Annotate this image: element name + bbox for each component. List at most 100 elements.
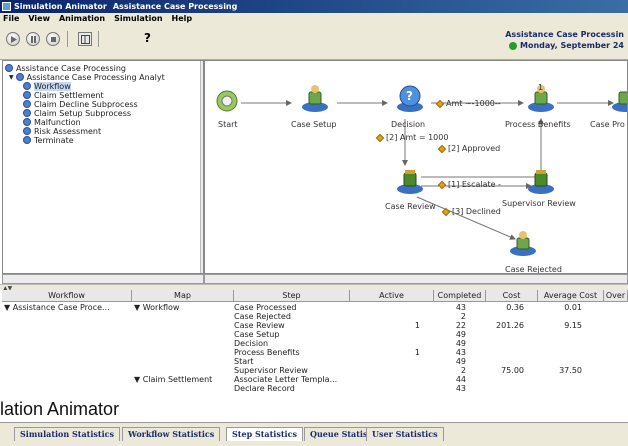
cell-active (350, 366, 420, 375)
cell-workflow (4, 330, 132, 339)
column-header-step[interactable]: Step (234, 290, 350, 302)
case-setup-node[interactable] (302, 85, 328, 112)
tree-horizontal-scrollbar[interactable] (2, 274, 204, 284)
cell-avg (538, 330, 582, 339)
cell-map (134, 339, 232, 348)
cell-completed: 43 (455, 348, 466, 357)
expand-icon[interactable]: ▼ (9, 74, 14, 81)
window-title: Simulation Animator (14, 2, 107, 11)
menu-simulation[interactable]: Simulation (114, 14, 162, 23)
cell-step: Process Benefits (234, 348, 300, 357)
stop-button[interactable] (46, 32, 60, 46)
tab-workflow-statistics[interactable]: Workflow Statistics (122, 427, 221, 441)
tab-step-statistics[interactable]: Step Statistics (226, 427, 303, 441)
cell-step: Case Setup (234, 330, 280, 339)
edge-label-text: [2] Amt = 1000 (386, 133, 449, 142)
table-row[interactable]: Declare Record 43 (2, 384, 628, 393)
table-row[interactable]: Supervisor Review 2 75.00 37.50 (2, 366, 628, 375)
cell-completed: 49 (455, 339, 466, 348)
table-row[interactable]: Case Setup 49 (2, 330, 628, 339)
case-processed-label: Case Pro (590, 120, 625, 129)
column-header-average-cost[interactable]: Average Cost (538, 290, 604, 302)
cell-step: Case Rejected (234, 312, 291, 321)
table-row[interactable]: Case Rejected 2 (2, 312, 628, 321)
edge-label-text: Amt ~-1000-- (446, 99, 501, 108)
table-row[interactable]: Process Benefits 1 43 (2, 348, 628, 357)
cell-avg (538, 384, 582, 393)
column-header-cost[interactable]: Cost (486, 290, 538, 302)
cell-active (350, 339, 420, 348)
column-header-completed[interactable]: Completed (434, 290, 486, 302)
cell-active: 1 (414, 348, 420, 357)
cell-workflow (4, 366, 132, 375)
cell-active (350, 330, 420, 339)
help-button[interactable]: ? (144, 31, 151, 45)
table-row[interactable]: Case Review 1 22 201.26 9.15 (2, 321, 628, 330)
edge-label-text: [1] Escalate - (448, 180, 502, 189)
cell-active (350, 312, 420, 321)
svg-text:?: ? (406, 89, 413, 103)
column-header-workflow[interactable]: Workflow (2, 290, 132, 302)
cell-cost (486, 339, 524, 348)
cell-step: Declare Record (234, 384, 295, 393)
stop-icon (50, 36, 56, 42)
column-header-active[interactable]: Active (350, 290, 434, 302)
cell-workflow (4, 348, 132, 357)
pause-button[interactable] (26, 32, 40, 46)
play-icon (10, 35, 17, 43)
table-row[interactable]: Start 49 (2, 357, 628, 366)
edge-label-text: [2] Approved (448, 144, 501, 153)
cell-avg (538, 375, 582, 384)
table-row[interactable]: ▼ Claim Settlement Associate Letter Templ… (2, 375, 628, 384)
supervisor-review-node[interactable] (528, 170, 554, 194)
cell-active (350, 357, 420, 366)
edge-label-approved: [2] Approved (437, 144, 501, 153)
cell-map (134, 321, 232, 330)
overlay-caption: lation Animator (0, 399, 120, 419)
cell-avg (538, 357, 582, 366)
tab-simulation-statistics[interactable]: Simulation Statistics (14, 427, 120, 441)
menu-help[interactable]: Help (172, 14, 193, 23)
map-icon (23, 118, 31, 126)
process-icon (5, 64, 13, 72)
case-rejected-node[interactable] (510, 231, 536, 256)
cell-step: Supervisor Review (234, 366, 308, 375)
case-review-node[interactable] (397, 170, 423, 194)
table-row[interactable]: Decision 49 (2, 339, 628, 348)
cell-completed: 22 (455, 321, 466, 330)
start-node[interactable] (216, 90, 238, 112)
tree-item-terminate[interactable]: Terminate (23, 135, 74, 145)
edge-label-escalate: [1] Escalate - (437, 180, 502, 189)
menu-animation[interactable]: Animation (59, 14, 105, 23)
cell-avg (538, 312, 582, 321)
cell-workflow (4, 375, 132, 384)
process-benefits-label: Process Benefits (505, 120, 571, 129)
toolbar: ? Assistance Case Processin Monday, Sept… (0, 24, 628, 60)
cell-map (134, 348, 232, 357)
column-header-map[interactable]: Map (132, 290, 234, 302)
layout-icon (80, 34, 90, 44)
layout-button[interactable] (78, 32, 92, 46)
column-header-over[interactable]: Over (604, 290, 628, 302)
title-bar: Simulation Animator Assistance Case Proc… (0, 0, 628, 13)
menu-view[interactable]: View (28, 14, 50, 23)
edge-label-declined: [3] Declined (441, 207, 501, 216)
cell-workflow (4, 321, 132, 330)
cell-avg (538, 339, 582, 348)
tab-user-statistics[interactable]: User Statistics (366, 427, 444, 441)
menu-file[interactable]: File (3, 14, 19, 23)
map-icon (23, 127, 31, 135)
workflow-diagram: ? Start Case Setup Decision Process Bene… (204, 60, 628, 274)
cell-cost: 0.36 (506, 303, 524, 312)
diagram-horizontal-scrollbar[interactable] (204, 274, 628, 284)
cell-workflow (4, 357, 132, 366)
play-button[interactable] (6, 32, 20, 46)
cell-completed: 43 (455, 303, 466, 312)
case-processed-node[interactable] (612, 91, 628, 112)
table-row[interactable]: ▼ Assistance Case Proce... ▼ Workflow Case… (2, 303, 628, 312)
edge-label-amt-eq: [2] Amt = 1000 (375, 133, 449, 142)
decision-node[interactable]: ? (397, 85, 423, 112)
cell-cost (486, 384, 524, 393)
map-icon (23, 109, 31, 117)
supervisor-review-label: Supervisor Review (502, 199, 576, 208)
